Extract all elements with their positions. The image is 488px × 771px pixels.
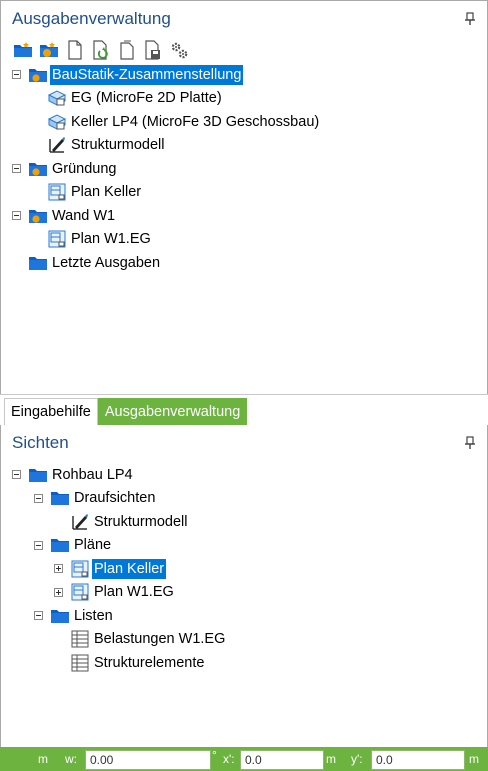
refresh-document-icon[interactable]: [90, 39, 112, 61]
folder-icon: [50, 488, 70, 508]
tree-node-label: Listen: [74, 607, 113, 624]
collapse-icon[interactable]: [11, 210, 22, 221]
folder-icon: [50, 535, 70, 555]
folder-icon: [28, 465, 48, 485]
3d-model-icon: [47, 112, 67, 132]
structure-model-icon: [47, 135, 67, 155]
table-list-icon: [70, 629, 90, 649]
tree-node-label: Plan W1.EG: [94, 584, 174, 601]
tree-node-draufsichten[interactable]: Draufsichten: [1, 487, 487, 511]
tree-node-strukturelemente[interactable]: Strukturelemente: [1, 651, 487, 675]
panel-tabs: Eingabehilfe Ausgabenverwaltung: [0, 394, 488, 425]
pin-icon[interactable]: [463, 434, 477, 452]
tree-node-label: Rohbau LP4: [52, 466, 133, 483]
views-tree: Rohbau LP4 Draufsichten Strukturmodell P…: [1, 463, 487, 675]
y-label: y':: [351, 752, 363, 766]
tree-node-plan-keller-view[interactable]: Plan Keller: [1, 557, 487, 581]
tree-node-wand-w1[interactable]: Wand W1: [1, 204, 487, 228]
w-label: w:: [65, 752, 77, 766]
degree-label: °: [212, 748, 217, 762]
tree-node-label: Strukturmodell: [71, 137, 165, 154]
plan-icon: [47, 229, 67, 249]
tree-node-label: Strukturmodell: [94, 513, 188, 530]
new-auto-folder-icon[interactable]: [38, 39, 60, 61]
plan-icon: [70, 582, 90, 602]
panel-title: Ausgabenverwaltung: [12, 9, 171, 28]
tree-node-strukturmodell-view[interactable]: Strukturmodell: [1, 510, 487, 534]
tree-node-label: Draufsichten: [74, 490, 156, 507]
auto-folder-icon: [28, 159, 48, 179]
expand-icon[interactable]: [53, 563, 64, 574]
toolbar: [1, 37, 487, 63]
table-list-icon: [70, 653, 90, 673]
tree-node-label: Letzte Ausgaben: [52, 254, 161, 271]
tree-node-label: Belastungen W1.EG: [94, 631, 226, 648]
tree-node-letzte-ausgaben[interactable]: Letzte Ausgaben: [1, 251, 487, 275]
tree-node-baustatik[interactable]: BauStatik-Zusammenstellung: [1, 63, 487, 87]
x-input[interactable]: 0.0: [240, 750, 324, 770]
tree-node-label: Plan W1.EG: [71, 231, 151, 248]
unit-label: m: [38, 752, 48, 766]
new-folder-icon[interactable]: [12, 39, 34, 61]
collapse-icon[interactable]: [11, 69, 22, 80]
w-input[interactable]: 0.00: [85, 750, 211, 770]
status-bar: m w: 0.00 ° x': 0.0 m y': 0.0 m: [0, 747, 488, 771]
tree-node-plan-w1eg-view[interactable]: Plan W1.EG: [1, 581, 487, 605]
blank-document-icon[interactable]: [116, 39, 138, 61]
x-label: x':: [223, 752, 235, 766]
tree-node-eg[interactable]: EG (MicroFe 2D Platte): [1, 87, 487, 111]
tab-ausgabenverwaltung[interactable]: Ausgabenverwaltung: [97, 398, 248, 425]
auto-folder-icon: [28, 65, 48, 85]
pin-icon[interactable]: [463, 10, 477, 28]
views-panel: Sichten Rohbau LP4 Draufsichten Struktur…: [0, 425, 488, 747]
panel-header: Sichten: [1, 425, 487, 461]
auto-folder-icon: [28, 206, 48, 226]
collapse-icon[interactable]: [33, 610, 44, 621]
collapse-icon[interactable]: [11, 163, 22, 174]
tree-node-plaene[interactable]: Pläne: [1, 534, 487, 558]
tree-node-listen[interactable]: Listen: [1, 604, 487, 628]
collapse-icon[interactable]: [11, 469, 22, 480]
collapse-icon[interactable]: [33, 493, 44, 504]
plate-model-icon: [47, 88, 67, 108]
tree-node-label: Keller LP4 (MicroFe 3D Geschossbau): [71, 113, 320, 130]
output-management-panel: Ausgabenverwaltung BauStatik-Zusammenste…: [0, 0, 488, 394]
folder-icon: [50, 606, 70, 626]
plan-icon: [47, 182, 67, 202]
collapse-icon[interactable]: [33, 540, 44, 551]
tree-node-strukturmodell[interactable]: Strukturmodell: [1, 134, 487, 158]
tab-eingabehilfe[interactable]: Eingabehilfe: [4, 398, 98, 425]
tree-node-belastungen[interactable]: Belastungen W1.EG: [1, 628, 487, 652]
tree-node-label: Pläne: [74, 537, 112, 554]
save-document-icon[interactable]: [142, 39, 164, 61]
settings-icon[interactable]: [168, 39, 190, 61]
unit-label: m: [469, 752, 479, 766]
tree-node-keller[interactable]: Keller LP4 (MicroFe 3D Geschossbau): [1, 110, 487, 134]
tree-node-label: Plan Keller: [71, 184, 142, 201]
tree-node-plan-w1eg[interactable]: Plan W1.EG: [1, 228, 487, 252]
tree-node-label: Wand W1: [52, 207, 116, 224]
tree-node-label: Strukturelemente: [94, 654, 205, 671]
new-document-icon[interactable]: [64, 39, 86, 61]
tree-node-label: BauStatik-Zusammenstellung: [50, 64, 244, 85]
panel-header: Ausgabenverwaltung: [1, 1, 487, 37]
output-tree: BauStatik-Zusammenstellung EG (MicroFe 2…: [1, 63, 487, 275]
y-input[interactable]: 0.0: [371, 750, 465, 770]
plan-icon: [70, 559, 90, 579]
tree-node-plan-keller[interactable]: Plan Keller: [1, 181, 487, 205]
tree-node-label: Plan Keller: [92, 558, 167, 579]
tree-node-label: Gründung: [52, 160, 117, 177]
tree-node-rohbau[interactable]: Rohbau LP4: [1, 463, 487, 487]
unit-label: m: [326, 752, 336, 766]
panel-title: Sichten: [12, 433, 69, 452]
expand-icon[interactable]: [53, 587, 64, 598]
tree-node-label: EG (MicroFe 2D Platte): [71, 90, 222, 107]
tree-node-gruendung[interactable]: Gründung: [1, 157, 487, 181]
folder-icon: [28, 253, 48, 273]
structure-model-icon: [70, 512, 90, 532]
